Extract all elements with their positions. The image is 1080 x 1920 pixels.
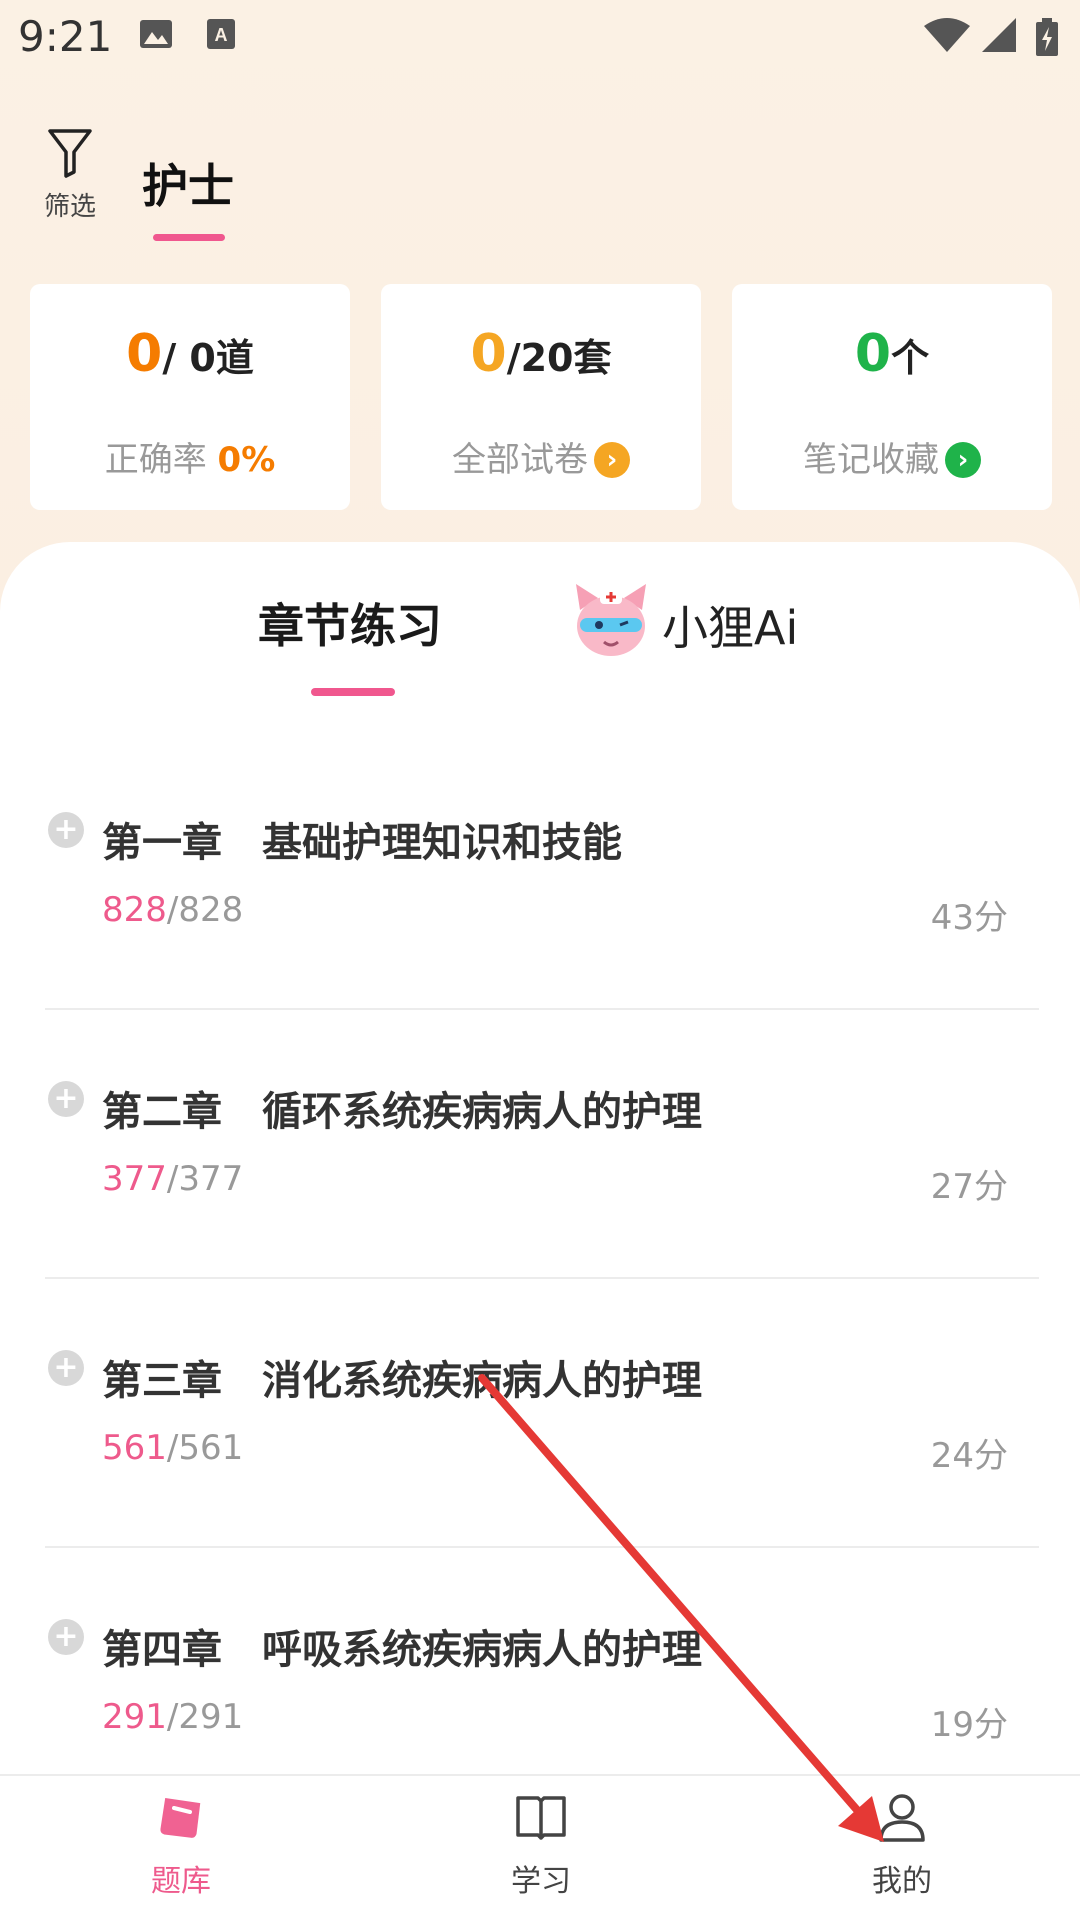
bottom-nav: 题库 学习 我的 <box>0 1774 1080 1920</box>
chapter-title: 第一章 基础护理知识和技能 <box>102 820 622 866</box>
expand-plus-icon[interactable]: + <box>48 1350 84 1386</box>
title-tab-indicator <box>153 234 225 241</box>
svg-text:A: A <box>215 25 228 45</box>
notes-count-unit: 个 <box>891 336 930 380</box>
filter-button[interactable]: 筛选 <box>40 128 100 223</box>
wifi-icon <box>924 18 970 52</box>
expand-plus-icon[interactable]: + <box>48 812 84 848</box>
status-bar: 9:21 A <box>0 0 1080 72</box>
battery-icon <box>1036 18 1058 56</box>
chapter-item[interactable]: + 第一章 基础护理知识和技能 828/828 43分 <box>0 742 1080 1010</box>
tab-chapter-practice[interactable]: 章节练习 <box>258 590 442 656</box>
keyboard-notification-icon: A <box>207 19 235 49</box>
status-time: 9:21 <box>18 12 113 61</box>
book-icon <box>516 1796 566 1840</box>
stat-card-papers[interactable]: 0/20套 全部试卷 › <box>381 284 701 510</box>
nav-study[interactable]: 学习 <box>461 1790 621 1900</box>
questions-done-value: 0 <box>126 324 163 384</box>
fox-mascot-icon <box>576 584 646 656</box>
papers-total-unit: /20套 <box>506 336 612 380</box>
chapter-title: 第三章 消化系统疾病病人的护理 <box>102 1358 702 1404</box>
expand-plus-icon[interactable]: + <box>48 1081 84 1117</box>
chapter-progress: 561/561 <box>102 1428 244 1468</box>
notes-count-value: 0 <box>854 324 892 384</box>
chapter-progress: 291/291 <box>102 1697 244 1737</box>
nav-mine[interactable]: 我的 <box>822 1790 982 1900</box>
divider <box>45 1008 1039 1010</box>
chapter-score: 24分 <box>930 1436 1008 1476</box>
tab-ai-assistant[interactable]: 小狸Ai <box>572 580 798 660</box>
stat-card-accuracy[interactable]: 0/ 0道 正确率 0% <box>30 284 350 510</box>
expand-plus-icon[interactable]: + <box>48 1619 84 1655</box>
filter-icon <box>48 129 92 178</box>
nav-question-bank[interactable]: 题库 <box>101 1790 261 1900</box>
chapter-progress: 828/828 <box>102 890 244 930</box>
tab-ai-label: 小狸Ai <box>662 601 799 655</box>
chapter-score: 27分 <box>930 1167 1008 1207</box>
exam-title-tab[interactable]: 护士 <box>142 150 234 216</box>
gallery-notification-icon <box>140 20 172 48</box>
divider <box>45 1277 1039 1279</box>
chapter-title: 第四章 呼吸系统疾病病人的护理 <box>102 1627 702 1673</box>
papers-done-value: 0 <box>470 324 507 384</box>
accuracy-value: 0% <box>217 440 276 480</box>
chapter-progress: 377/377 <box>102 1159 244 1199</box>
chapter-score: 19分 <box>930 1705 1008 1745</box>
chevron-right-icon: › <box>945 442 981 478</box>
user-icon <box>879 1794 925 1842</box>
tab-active-indicator <box>311 688 395 696</box>
stat-card-notes[interactable]: 0个 笔记收藏 › <box>732 284 1052 510</box>
chapter-score: 43分 <box>930 898 1008 938</box>
notes-favorites-label: 笔记收藏 <box>803 440 939 480</box>
filter-label: 筛选 <box>43 192 96 222</box>
signal-icon <box>982 18 1016 52</box>
chevron-right-icon: › <box>594 442 630 478</box>
chapter-item[interactable]: + 第三章 消化系统疾病病人的护理 561/561 24分 <box>0 1280 1080 1548</box>
accuracy-label: 正确率 <box>104 440 207 480</box>
questions-total-unit: / 0道 <box>162 336 254 380</box>
divider <box>45 1546 1039 1548</box>
all-papers-label: 全部试卷 <box>452 440 588 480</box>
question-bank-icon <box>160 1798 201 1838</box>
nav-label: 题库 <box>151 1864 211 1899</box>
chapter-title: 第二章 循环系统疾病病人的护理 <box>102 1089 702 1135</box>
chapter-item[interactable]: + 第二章 循环系统疾病病人的护理 377/377 27分 <box>0 1011 1080 1279</box>
nav-label: 学习 <box>511 1864 571 1899</box>
nav-label: 我的 <box>872 1864 932 1899</box>
